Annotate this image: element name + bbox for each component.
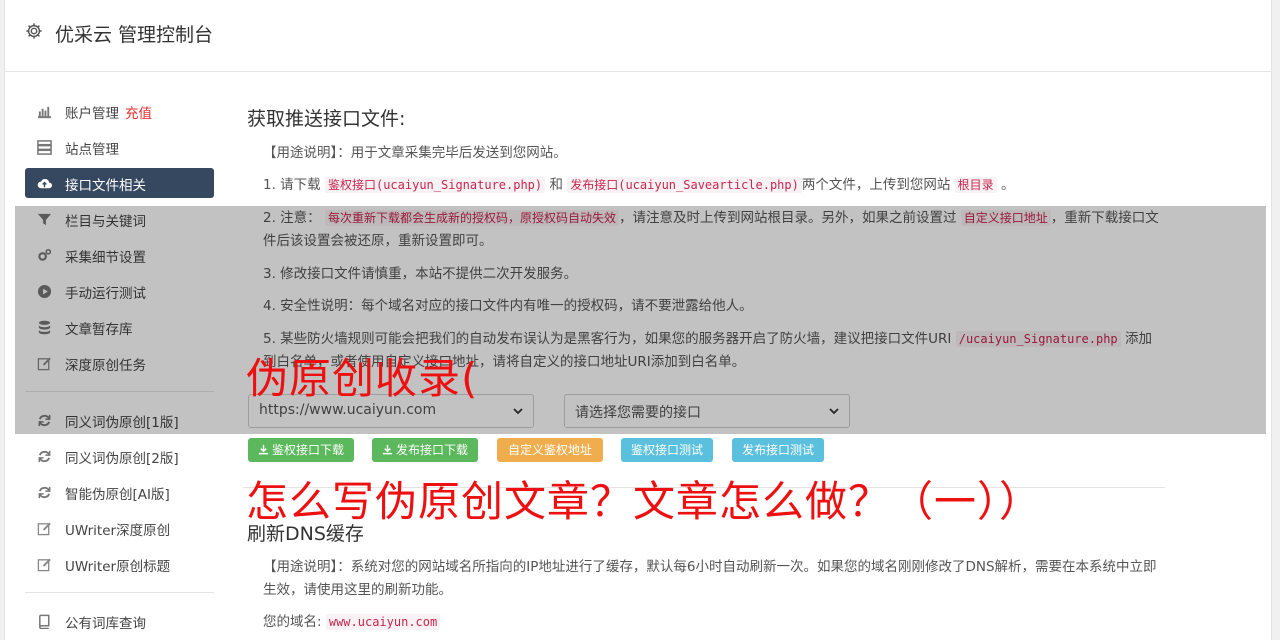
download-auth-api-button[interactable]: 鉴权接口下载 [248,438,354,462]
sidebar-item-public-dictionary[interactable]: 公有词库查询 [25,606,214,636]
dim-overlay [15,206,1266,434]
dns-usage-note: 【用途说明】：系统对您的网站域名所指向的IP地址进行了缓存，默认每6小时自动刷新… [263,556,1163,602]
domain-label: 您的域名: [263,614,322,630]
refresh-icon [38,486,51,499]
sidebar-item-label: 同义词伪原创[2版] [65,451,179,467]
sidebar-divider [25,592,214,593]
usage-text: ：用于文章采集完毕后发送到您网站。 [337,145,567,161]
sidebar-item-api-files[interactable]: 接口文件相关 [25,168,214,198]
usage-text: ：系统对您的网站域名所指向的IP地址进行了缓存，默认每6小时自动刷新一次。如果您… [263,559,1157,598]
book-icon [39,614,50,629]
auth-api-link[interactable]: 鉴权接口(ucaiyun_Signature.php) [324,177,546,193]
step-text: 和 [549,177,563,193]
sidebar-item-sites[interactable]: 站点管理 [25,132,214,162]
header: 优采云 管理控制台 [5,0,1271,72]
usage-label: 【用途说明】 [263,145,338,161]
step-1: 1. 请下载 鉴权接口(ucaiyun_Signature.php) 和 发布接… [263,174,1163,197]
sidebar-item-label: 站点管理 [65,142,119,158]
download-icon [258,444,269,455]
root-dir-code: 根目录 [954,177,997,193]
sidebar-item-account[interactable]: 账户管理 充值 [25,96,214,126]
sidebar-item-synonym-v2[interactable]: 同义词伪原创[2版] [25,441,214,471]
domain-row: 您的域名: www.ucaiyun.com [263,611,863,634]
usage-note: 【用途说明】：用于文章采集完毕后发送到您网站。 [263,142,1143,165]
recharge-link[interactable]: 充值 [125,106,152,122]
download-icon [382,444,393,455]
button-label: 发布接口下载 [395,443,468,457]
sidebar-item-label: 公有词库查询 [65,616,146,632]
test-auth-api-button[interactable]: 鉴权接口测试 [621,438,713,462]
overlay-headline-2: 怎么写伪原创文章？文章怎么做？（一）） [246,477,1043,526]
gear-icon [26,23,42,39]
publish-api-link[interactable]: 发布接口(ucaiyun_Savearticle.php) [567,177,802,193]
usage-label: 【用途说明】 [263,559,338,575]
step-text: 。 [1000,177,1015,193]
edit-icon [37,522,51,536]
section-title-api-files: 获取推送接口文件: [247,108,406,130]
cloud-upload-icon [37,179,52,189]
download-publish-api-button[interactable]: 发布接口下载 [372,438,478,462]
sidebar-item-ai-rewrite[interactable]: 智能伪原创[AI版] [25,477,214,507]
sidebar-item-uwriter-title[interactable]: UWriter原创标题 [25,549,214,579]
sidebar-item-label: UWriter原创标题 [65,559,171,575]
step-text: 1. 请下载 [263,177,321,193]
domain-value: www.ucaiyun.com [325,614,441,630]
sidebar-item-label: UWriter深度原创 [65,523,171,539]
overlay-headline-1: 伪原创收录( [246,354,479,403]
server-icon [37,140,52,155]
test-publish-api-button[interactable]: 发布接口测试 [732,438,824,462]
button-label: 鉴权接口下载 [271,443,344,457]
bar-chart-icon [37,106,52,119]
sidebar-item-label: 账户管理 [65,106,119,122]
sidebar-item-uwriter-deep[interactable]: UWriter深度原创 [25,513,214,543]
edit-icon [37,558,51,572]
sidebar-item-label: 智能伪原创[AI版] [65,487,170,503]
sidebar-item-label: 接口文件相关 [65,178,146,194]
refresh-icon [38,450,51,463]
step-text: 两个文件，上传到您网站 [801,177,951,193]
custom-auth-url-button[interactable]: 自定义鉴权地址 [497,438,603,462]
page-title: 优采云 管理控制台 [55,24,214,46]
